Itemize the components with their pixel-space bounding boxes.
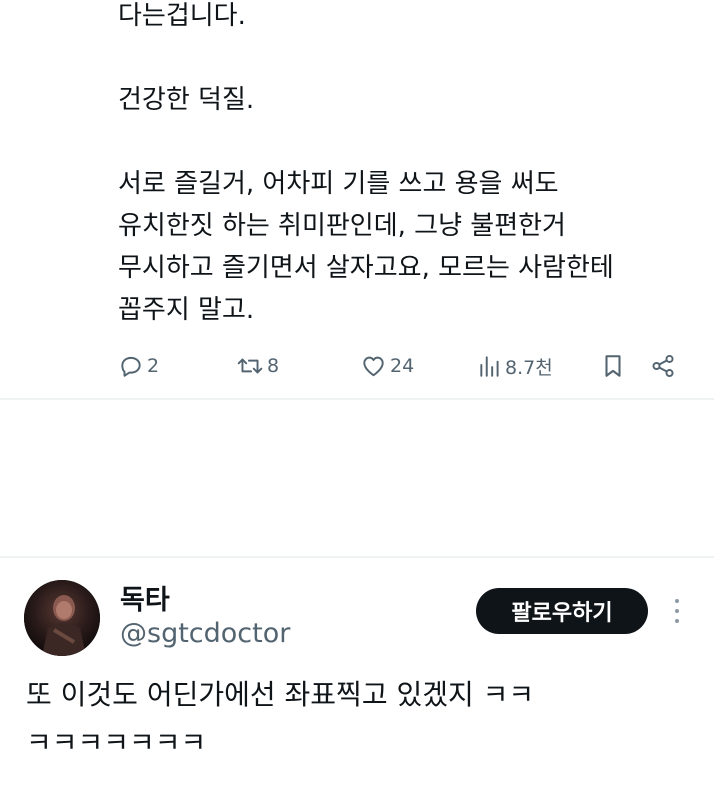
follow-button[interactable]: 팔로우하기 <box>476 588 648 634</box>
tweet-reply: 독타 @sgtcdoctor 팔로우하기 또 이것도 어딘가에선 좌표찍고 있겠… <box>0 558 714 801</box>
reply-icon <box>121 356 141 377</box>
reply-button[interactable]: 2 <box>118 348 159 384</box>
tweet-text-line: ㅋㅋㅋㅋㅋㅋㅋ <box>26 726 207 759</box>
views-icon <box>480 356 499 377</box>
like-icon <box>363 356 384 377</box>
tweet-text-line: 다는겁니다. <box>118 1 246 31</box>
tweet-text-line: 서로 즐길거, 어차피 기를 쓰고 용을 써도 <box>118 169 559 199</box>
share-button[interactable] <box>650 348 676 384</box>
more-options-icon[interactable] <box>668 596 686 626</box>
retweet-count: 8 <box>267 355 280 377</box>
share-icon <box>652 354 674 378</box>
retweet-button[interactable]: 8 <box>236 348 279 384</box>
views-count: 8.7천 <box>505 356 553 379</box>
display-name[interactable]: 독타 <box>120 578 170 617</box>
reply-count: 2 <box>147 355 160 377</box>
retweet-icon <box>237 358 263 374</box>
tweet-text-line: 유치한짓 하는 취미판인데, 그냥 불편한거 <box>118 211 566 241</box>
bookmark-icon <box>605 355 621 377</box>
views-button[interactable]: 8.7천 <box>478 348 553 384</box>
tweet-text-line: 건강한 덕질. <box>118 85 255 115</box>
user-handle[interactable]: @sgtcdoctor <box>120 618 290 649</box>
like-button[interactable]: 24 <box>360 348 414 384</box>
bookmark-button[interactable] <box>602 348 624 384</box>
tweet-main: 다는겁니다. 건강한 덕질. 서로 즐길거, 어차피 기를 쓰고 용을 써도 유… <box>0 0 714 398</box>
tweet-text-line: 또 이것도 어딘가에선 좌표찍고 있겠지 ㅋㅋ <box>26 678 535 711</box>
tweet-text-line: 꼽주지 말고. <box>118 295 255 325</box>
tweet-action-bar: 2 8 24 8.7천 <box>118 348 688 384</box>
tweet-text-line: 무시하고 즐기면서 살자고요, 모르는 사람한테 <box>118 253 614 283</box>
avatar[interactable] <box>24 580 100 656</box>
like-count: 24 <box>390 355 415 377</box>
divider <box>0 398 714 400</box>
